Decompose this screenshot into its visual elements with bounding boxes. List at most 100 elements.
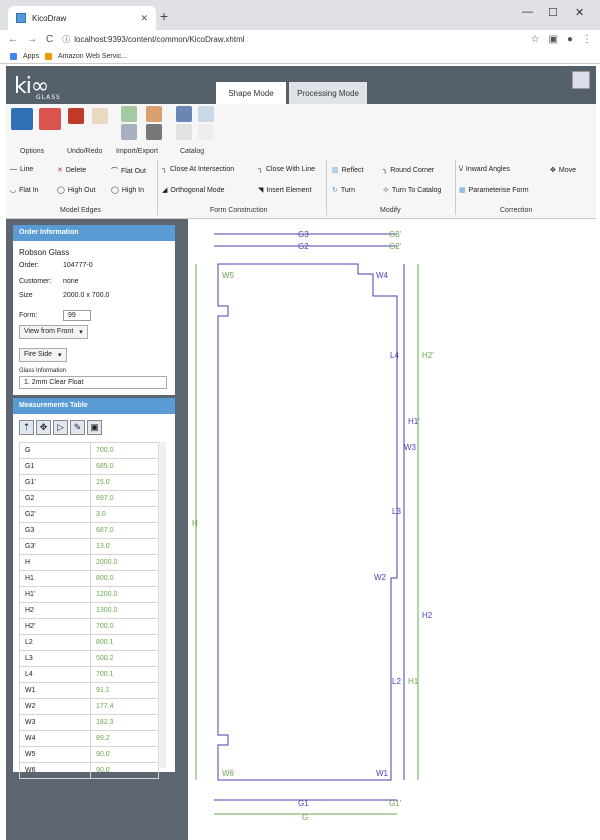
table-row[interactable]: G1 685.0 [19,458,159,475]
adjust-icon[interactable]: ✥ [36,420,51,435]
bookmark-apps[interactable]: Apps [23,53,39,60]
measure-value[interactable]: 687.0 [90,522,159,539]
table-row[interactable]: G3 687.0 [19,522,159,539]
measure-value[interactable]: 177.4 [90,698,159,715]
measure-value[interactable]: 800.1 [90,634,159,651]
table-row[interactable]: H2' 700.0 [19,618,159,635]
table-row[interactable]: G2' 3.0 [19,506,159,523]
table-row[interactable]: W5 90.0 [19,746,159,763]
measure-value[interactable]: 3.0 [90,506,159,523]
new-tab-button[interactable]: + [160,8,168,24]
angle-icon[interactable]: ▷ [53,420,68,435]
tool-move[interactable]: ✥ Move [550,166,576,175]
catalog-folder-icon[interactable] [198,124,214,140]
forward-icon[interactable]: → [27,34,37,45]
undo-icon[interactable] [68,108,84,124]
measure-value[interactable]: 15.0 [90,474,159,491]
table-row[interactable]: H2 1300.0 [19,602,159,619]
measure-value[interactable]: 182.3 [90,714,159,731]
tool-high-in[interactable]: ◯ High In [111,186,144,195]
profile-icon[interactable]: ● [567,34,573,45]
table-row[interactable]: W6 90.0 [19,762,159,779]
menu-icon[interactable]: ⋮ [582,34,592,45]
table-row[interactable]: W1 91.1 [19,682,159,699]
tool-parameterise-form[interactable]: ▦ Parameterise Form [459,186,529,195]
redo-icon[interactable] [92,108,108,124]
bookmark-aws[interactable]: Amazon Web Servic... [58,53,127,60]
copy-icon[interactable]: ▣ [87,420,102,435]
pin-icon[interactable]: ⇡ [19,420,34,435]
star-icon[interactable]: ☆ [531,34,540,45]
close-icon[interactable] [39,108,61,130]
catalog-shape-icon[interactable] [176,106,192,122]
form-input[interactable]: 99 [63,310,91,321]
save-icon[interactable] [11,108,33,130]
measure-value[interactable]: 1300.0 [90,602,159,619]
table-row[interactable]: L3 500.2 [19,650,159,667]
tool-high-out[interactable]: ◯ High Out [57,186,95,195]
measure-value[interactable]: 700.1 [90,666,159,683]
measure-value[interactable]: 89.2 [90,730,159,747]
measure-value[interactable]: 1200.0 [90,586,159,603]
tool-flat-in[interactable]: ◡ Flat In [10,186,39,195]
measure-value[interactable]: 13.0 [90,538,159,555]
save-as-icon[interactable] [146,124,162,140]
tool-turn[interactable]: ↻ Turn [332,186,355,195]
tool-reflect[interactable]: ▥ Reflect [332,166,363,175]
edit-icon[interactable]: ✎ [70,420,85,435]
tool-close-at-intersection[interactable]: ┐ Close At Intersection [162,166,234,173]
table-row[interactable]: L4 700.1 [19,666,159,683]
measure-value[interactable]: 91.1 [90,682,159,699]
table-row[interactable]: W3 182.3 [19,714,159,731]
extension-icon[interactable]: ▣ [549,34,558,45]
tab-processing-mode[interactable]: Processing Mode [289,82,367,104]
table-row[interactable]: G2 697.0 [19,490,159,507]
tool-flat-out[interactable]: ⌒ Flat Out [111,166,146,176]
measure-value[interactable]: 500.2 [90,650,159,667]
export-icon[interactable] [146,106,162,122]
url-field[interactable]: ⓘ localhost:9393/content/common/KicoDraw.… [62,32,521,47]
table-row[interactable]: L2 800.1 [19,634,159,651]
measure-value[interactable]: 685.0 [90,458,159,475]
table-row[interactable]: G1' 15.0 [19,474,159,491]
drawing-canvas[interactable]: G3 G3' G2 G2' G1 G1' G W5 W4 W6 W1 L4 W3… [190,220,600,840]
settings-icon[interactable] [572,71,590,89]
table-row[interactable]: W4 89.2 [19,730,159,747]
import-dxf-icon[interactable] [121,124,137,140]
close-tab-icon[interactable]: ✕ [140,13,148,24]
browser-tab[interactable]: KicoDraw ✕ [8,6,156,30]
catalog-add-icon[interactable] [198,106,214,122]
measure-value[interactable]: 90.0 [90,746,159,763]
table-row[interactable]: G 700.0 [19,442,159,459]
glass-information-field[interactable]: 1. 2mm Clear Float [19,376,167,389]
table-row[interactable]: W2 177.4 [19,698,159,715]
close-window-icon[interactable]: ✕ [575,6,584,19]
tool-round-corner[interactable]: ╮ Round Corner [383,166,434,175]
view-select[interactable]: View from Front ▾ [19,325,88,339]
side-select[interactable]: Fire Side ▾ [19,348,67,362]
measurements-scrollbar[interactable] [158,442,166,768]
reload-icon[interactable]: C [46,34,53,45]
tool-inward-angles[interactable]: \/Inward Angles [459,166,510,173]
back-icon[interactable]: ← [8,34,18,45]
import-icon[interactable] [121,106,137,122]
minimize-icon[interactable]: — [522,6,533,18]
tool-delete[interactable]: ✕ Delete [57,166,86,175]
table-row[interactable]: G3' 13.0 [19,538,159,555]
tool-insert-element[interactable]: ◥ Insert Element [258,186,312,195]
measure-value[interactable]: 90.0 [90,762,159,779]
catalog-person-icon[interactable] [176,124,192,140]
tool-line[interactable]: — Line [10,166,33,173]
measure-value[interactable]: 2000.0 [90,554,159,571]
table-row[interactable]: H1' 1200.0 [19,586,159,603]
table-row[interactable]: H 2000.0 [19,554,159,571]
measure-value[interactable]: 700.0 [90,442,159,459]
measure-value[interactable]: 700.0 [90,618,159,635]
measure-value[interactable]: 800.0 [90,570,159,587]
measure-value[interactable]: 697.0 [90,490,159,507]
tool-close-with-line[interactable]: ┐ Close With Line [258,166,315,173]
tool-turn-to-catalog[interactable]: ⊹ Turn To Catalog [383,186,441,195]
tool-orthogonal-mode[interactable]: ◢ Orthogonal Mode [162,186,224,195]
maximize-icon[interactable]: ☐ [548,6,558,19]
table-row[interactable]: H1 800.0 [19,570,159,587]
